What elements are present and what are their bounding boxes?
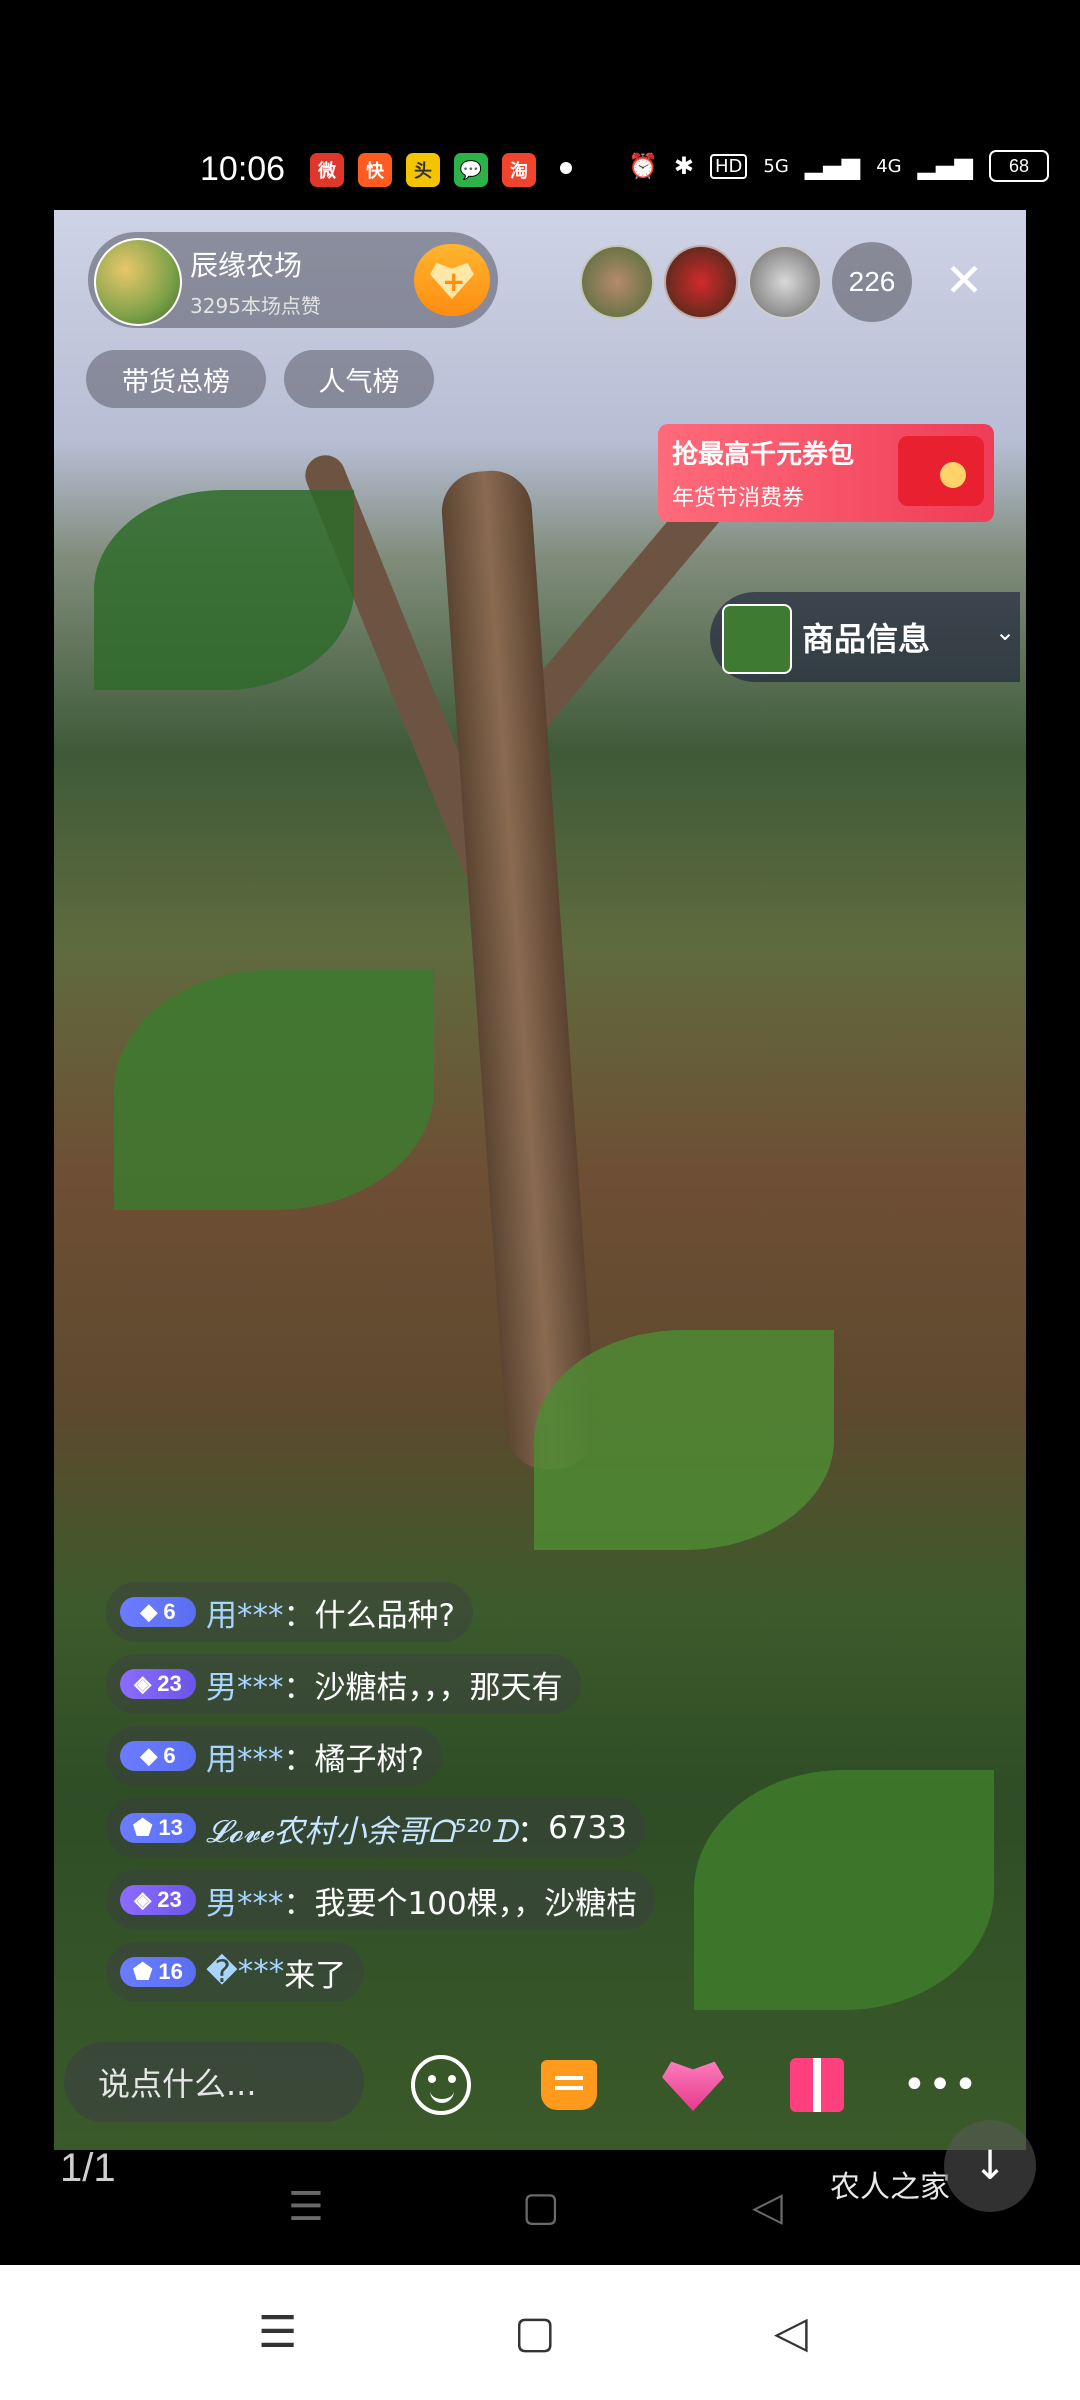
host-avatar[interactable] <box>94 238 182 326</box>
menu-icon[interactable]: ☰ <box>258 2307 297 2358</box>
shopping-cart-button[interactable] <box>532 2048 606 2122</box>
signal-4g-icon: 4G <box>876 155 902 177</box>
taobao-icon: 淘 <box>502 153 536 187</box>
user-level-badge: ◆ 6 <box>120 1597 196 1627</box>
coupon-subtitle: 年货节消费券 <box>672 486 805 511</box>
viewer-avatar[interactable] <box>664 245 738 319</box>
heart-icon <box>662 2061 724 2111</box>
chevron-down-icon: ⌄ <box>995 618 1016 646</box>
heart-plus-icon: + <box>430 262 474 299</box>
more-notifications-dot <box>560 162 572 174</box>
back-icon[interactable]: ◁ <box>752 2184 783 2230</box>
home-icon[interactable]: ▢ <box>522 2184 560 2230</box>
video-scene <box>694 1770 994 2010</box>
chat-username[interactable]: 𝓛𝓸𝓿𝓮农村小余哥ᗝ⁵²⁰ᗪ <box>206 1806 517 1851</box>
close-icon[interactable]: ✕ <box>934 250 994 310</box>
signal-bars-icon: ▂▄▆ <box>804 152 861 180</box>
viewer-list[interactable]: 226 <box>580 242 912 322</box>
chat-text: 我要个100棵，，沙糖桔 <box>314 1885 638 1922</box>
gift-button[interactable] <box>780 2048 854 2122</box>
more-button[interactable]: ••• <box>902 2048 980 2122</box>
like-button[interactable] <box>656 2048 730 2122</box>
chat-text: 来了 <box>284 1957 347 1994</box>
comment-input[interactable]: 说点什么... <box>64 2042 364 2122</box>
chat-message: ⬟ 13 𝓛𝓸𝓿𝓮农村小余哥ᗝ⁵²⁰ᗪ： 6733 <box>106 1798 646 1858</box>
system-nav-bar: ☰ ▢ ◁ <box>0 2265 1080 2400</box>
chat-message: ◈ 23 男***：沙糖桔，，，那天有 <box>106 1654 581 1714</box>
gift-icon <box>790 2058 844 2112</box>
chat-message: ⬟ 16 �*** 来了 <box>106 1942 365 2002</box>
live-video[interactable]: 辰缘农场 3295本场点赞 + 226 ✕ 带货总榜 人气榜 抢最高千元券包 年… <box>54 210 1026 2150</box>
video-scene <box>534 1330 834 1550</box>
host-likes: 3295本场点赞 <box>190 294 321 318</box>
product-info-label: 商品信息 <box>802 620 931 658</box>
tab-popularity-rank[interactable]: 人气榜 <box>284 350 434 408</box>
chat-feed[interactable]: ◆ 6 用***：什么品种? ◈ 23 男***：沙糖桔，，，那天有 ◆ 6 用… <box>106 1582 726 2014</box>
chat-username[interactable]: �*** <box>206 1954 284 1990</box>
chat-text: 橘子树? <box>314 1741 424 1778</box>
back-icon[interactable]: ◁ <box>774 2307 808 2358</box>
chat-message: ◆ 6 用***：什么品种? <box>106 1582 473 1642</box>
emoji-button[interactable] <box>404 2048 478 2122</box>
alarm-icon: ⏰ <box>628 152 658 180</box>
product-thumbnail <box>722 604 792 674</box>
product-info-button[interactable]: 商品信息 ⌄ <box>710 592 1020 682</box>
chat-text: 沙糖桔，，，那天有 <box>314 1669 563 1706</box>
bluetooth-icon: ✱ <box>673 152 694 180</box>
coupon-banner[interactable]: 抢最高千元券包 年货节消费券 <box>658 424 994 522</box>
clock: 10:06 <box>200 150 286 188</box>
download-icon: ↓ <box>973 2143 1007 2189</box>
coupon-title: 抢最高千元券包 <box>672 440 855 470</box>
user-level-badge: ⬟ 16 <box>120 1957 196 1987</box>
system-icons: ⏰ ✱ HD 5G ▂▄▆ 4G ▂▄▆ 68 <box>628 150 1049 182</box>
download-button[interactable]: ↓ <box>944 2120 1036 2212</box>
wechat-icon: 💬 <box>454 153 488 187</box>
chat-message: ◆ 6 用***：橘子树? <box>106 1726 442 1786</box>
chat-message: ◈ 23 男***：我要个100棵，，沙糖桔 <box>106 1870 656 1930</box>
smiley-icon <box>411 2055 471 2115</box>
chat-username[interactable]: 用*** <box>206 1734 284 1779</box>
host-name: 辰缘农场 <box>190 249 303 282</box>
notification-icons: 微 快 头 💬 淘 <box>310 153 536 187</box>
live-action-bar: 说点什么... ••• <box>54 2020 1026 2140</box>
watermark: 农人之家 <box>830 2170 950 2205</box>
home-icon[interactable]: ▢ <box>514 2307 556 2358</box>
video-scene <box>94 490 354 690</box>
status-bar: 10:06 微 快 头 💬 淘 ⏰ ✱ HD 5G ▂▄▆ 4G ▂▄▆ 68 <box>0 0 1080 210</box>
menu-icon[interactable]: ☰ <box>288 2184 324 2230</box>
toutiao-icon: 头 <box>406 153 440 187</box>
user-level-badge: ⬟ 13 <box>120 1813 196 1843</box>
chat-username[interactable]: 男*** <box>206 1662 284 1707</box>
battery-icon: 68 <box>988 150 1049 182</box>
weibo-icon: 微 <box>310 153 344 187</box>
tab-sales-rank[interactable]: 带货总榜 <box>86 350 266 408</box>
chat-text: 6733 <box>548 1810 628 1846</box>
page-indicator: 1/1 <box>60 2146 116 2190</box>
user-level-badge: ◆ 6 <box>120 1741 196 1771</box>
video-scene <box>439 468 599 1472</box>
follow-button[interactable]: + <box>414 244 490 316</box>
user-level-badge: ◈ 23 <box>120 1669 196 1699</box>
hd-icon: HD <box>710 153 748 179</box>
viewer-count[interactable]: 226 <box>832 242 912 322</box>
viewer-avatar[interactable] <box>580 245 654 319</box>
chat-username[interactable]: 男*** <box>206 1878 284 1923</box>
user-level-badge: ◈ 23 <box>120 1885 196 1915</box>
coin-icon <box>940 462 966 488</box>
chat-text: 什么品种? <box>314 1597 455 1634</box>
viewer-avatar[interactable] <box>748 245 822 319</box>
cart-icon <box>541 2060 597 2110</box>
more-icon: ••• <box>902 2062 980 2108</box>
host-info[interactable]: 辰缘农场 3295本场点赞 + <box>88 232 498 328</box>
video-scene <box>114 970 434 1210</box>
kuaishou-icon: 快 <box>358 153 392 187</box>
signal-5g-icon: 5G <box>763 155 789 177</box>
chat-username[interactable]: 用*** <box>206 1590 284 1635</box>
signal-bars-icon: ▂▄▆ <box>917 152 973 180</box>
